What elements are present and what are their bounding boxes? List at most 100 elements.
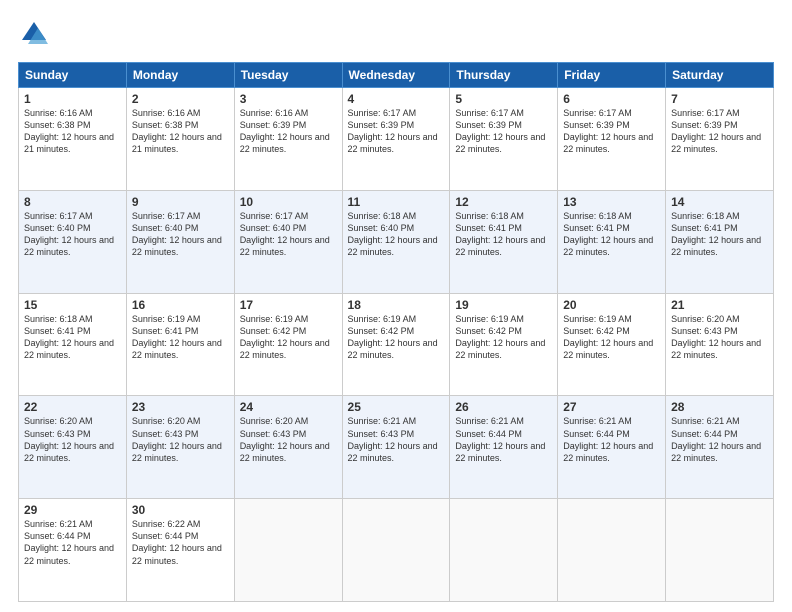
calendar-cell: 17 Sunrise: 6:19 AMSunset: 6:42 PMDaylig… bbox=[234, 293, 342, 396]
calendar-cell: 29 Sunrise: 6:21 AMSunset: 6:44 PMDaylig… bbox=[19, 499, 127, 602]
calendar-week-row: 15 Sunrise: 6:18 AMSunset: 6:41 PMDaylig… bbox=[19, 293, 774, 396]
day-number: 20 bbox=[563, 298, 660, 312]
day-number: 28 bbox=[671, 400, 768, 414]
header bbox=[18, 18, 774, 50]
calendar-cell: 28 Sunrise: 6:21 AMSunset: 6:44 PMDaylig… bbox=[666, 396, 774, 499]
day-header-sunday: Sunday bbox=[19, 63, 127, 88]
calendar-week-row: 29 Sunrise: 6:21 AMSunset: 6:44 PMDaylig… bbox=[19, 499, 774, 602]
day-number: 18 bbox=[348, 298, 445, 312]
calendar-cell: 22 Sunrise: 6:20 AMSunset: 6:43 PMDaylig… bbox=[19, 396, 127, 499]
calendar-cell: 10 Sunrise: 6:17 AMSunset: 6:40 PMDaylig… bbox=[234, 190, 342, 293]
day-info: Sunrise: 6:19 AMSunset: 6:42 PMDaylight:… bbox=[455, 314, 545, 360]
calendar-cell: 15 Sunrise: 6:18 AMSunset: 6:41 PMDaylig… bbox=[19, 293, 127, 396]
day-number: 10 bbox=[240, 195, 337, 209]
day-info: Sunrise: 6:16 AMSunset: 6:38 PMDaylight:… bbox=[132, 108, 222, 154]
day-number: 27 bbox=[563, 400, 660, 414]
day-header-monday: Monday bbox=[126, 63, 234, 88]
day-header-friday: Friday bbox=[558, 63, 666, 88]
day-info: Sunrise: 6:21 AMSunset: 6:44 PMDaylight:… bbox=[671, 416, 761, 462]
day-number: 8 bbox=[24, 195, 121, 209]
day-info: Sunrise: 6:21 AMSunset: 6:43 PMDaylight:… bbox=[348, 416, 438, 462]
day-info: Sunrise: 6:21 AMSunset: 6:44 PMDaylight:… bbox=[24, 519, 114, 565]
calendar-cell: 25 Sunrise: 6:21 AMSunset: 6:43 PMDaylig… bbox=[342, 396, 450, 499]
calendar-cell: 30 Sunrise: 6:22 AMSunset: 6:44 PMDaylig… bbox=[126, 499, 234, 602]
calendar-cell bbox=[342, 499, 450, 602]
day-info: Sunrise: 6:16 AMSunset: 6:39 PMDaylight:… bbox=[240, 108, 330, 154]
day-number: 25 bbox=[348, 400, 445, 414]
day-number: 19 bbox=[455, 298, 552, 312]
day-info: Sunrise: 6:19 AMSunset: 6:42 PMDaylight:… bbox=[348, 314, 438, 360]
day-info: Sunrise: 6:19 AMSunset: 6:42 PMDaylight:… bbox=[240, 314, 330, 360]
calendar-table: SundayMondayTuesdayWednesdayThursdayFrid… bbox=[18, 62, 774, 602]
calendar-cell: 14 Sunrise: 6:18 AMSunset: 6:41 PMDaylig… bbox=[666, 190, 774, 293]
day-info: Sunrise: 6:20 AMSunset: 6:43 PMDaylight:… bbox=[24, 416, 114, 462]
day-header-wednesday: Wednesday bbox=[342, 63, 450, 88]
day-number: 30 bbox=[132, 503, 229, 517]
day-info: Sunrise: 6:17 AMSunset: 6:40 PMDaylight:… bbox=[24, 211, 114, 257]
page: SundayMondayTuesdayWednesdayThursdayFrid… bbox=[0, 0, 792, 612]
day-info: Sunrise: 6:17 AMSunset: 6:39 PMDaylight:… bbox=[348, 108, 438, 154]
day-number: 16 bbox=[132, 298, 229, 312]
day-info: Sunrise: 6:17 AMSunset: 6:40 PMDaylight:… bbox=[240, 211, 330, 257]
calendar-cell: 19 Sunrise: 6:19 AMSunset: 6:42 PMDaylig… bbox=[450, 293, 558, 396]
calendar-cell bbox=[450, 499, 558, 602]
calendar-cell bbox=[666, 499, 774, 602]
day-info: Sunrise: 6:16 AMSunset: 6:38 PMDaylight:… bbox=[24, 108, 114, 154]
calendar-cell: 2 Sunrise: 6:16 AMSunset: 6:38 PMDayligh… bbox=[126, 88, 234, 191]
day-number: 21 bbox=[671, 298, 768, 312]
calendar-cell: 7 Sunrise: 6:17 AMSunset: 6:39 PMDayligh… bbox=[666, 88, 774, 191]
day-number: 1 bbox=[24, 92, 121, 106]
calendar-week-row: 22 Sunrise: 6:20 AMSunset: 6:43 PMDaylig… bbox=[19, 396, 774, 499]
day-number: 23 bbox=[132, 400, 229, 414]
calendar-cell: 16 Sunrise: 6:19 AMSunset: 6:41 PMDaylig… bbox=[126, 293, 234, 396]
day-number: 13 bbox=[563, 195, 660, 209]
day-number: 15 bbox=[24, 298, 121, 312]
calendar-week-row: 8 Sunrise: 6:17 AMSunset: 6:40 PMDayligh… bbox=[19, 190, 774, 293]
day-info: Sunrise: 6:21 AMSunset: 6:44 PMDaylight:… bbox=[563, 416, 653, 462]
day-info: Sunrise: 6:18 AMSunset: 6:41 PMDaylight:… bbox=[455, 211, 545, 257]
calendar-cell: 12 Sunrise: 6:18 AMSunset: 6:41 PMDaylig… bbox=[450, 190, 558, 293]
day-number: 3 bbox=[240, 92, 337, 106]
day-number: 12 bbox=[455, 195, 552, 209]
day-number: 2 bbox=[132, 92, 229, 106]
calendar-cell: 1 Sunrise: 6:16 AMSunset: 6:38 PMDayligh… bbox=[19, 88, 127, 191]
calendar-cell bbox=[558, 499, 666, 602]
day-number: 7 bbox=[671, 92, 768, 106]
day-number: 22 bbox=[24, 400, 121, 414]
calendar-cell bbox=[234, 499, 342, 602]
day-number: 9 bbox=[132, 195, 229, 209]
day-info: Sunrise: 6:18 AMSunset: 6:41 PMDaylight:… bbox=[24, 314, 114, 360]
calendar-cell: 18 Sunrise: 6:19 AMSunset: 6:42 PMDaylig… bbox=[342, 293, 450, 396]
day-info: Sunrise: 6:17 AMSunset: 6:39 PMDaylight:… bbox=[563, 108, 653, 154]
day-info: Sunrise: 6:19 AMSunset: 6:42 PMDaylight:… bbox=[563, 314, 653, 360]
calendar-cell: 20 Sunrise: 6:19 AMSunset: 6:42 PMDaylig… bbox=[558, 293, 666, 396]
day-info: Sunrise: 6:18 AMSunset: 6:41 PMDaylight:… bbox=[671, 211, 761, 257]
calendar-cell: 21 Sunrise: 6:20 AMSunset: 6:43 PMDaylig… bbox=[666, 293, 774, 396]
calendar-cell: 24 Sunrise: 6:20 AMSunset: 6:43 PMDaylig… bbox=[234, 396, 342, 499]
day-info: Sunrise: 6:20 AMSunset: 6:43 PMDaylight:… bbox=[671, 314, 761, 360]
day-header-tuesday: Tuesday bbox=[234, 63, 342, 88]
day-number: 24 bbox=[240, 400, 337, 414]
day-number: 6 bbox=[563, 92, 660, 106]
day-info: Sunrise: 6:18 AMSunset: 6:40 PMDaylight:… bbox=[348, 211, 438, 257]
day-number: 11 bbox=[348, 195, 445, 209]
day-info: Sunrise: 6:21 AMSunset: 6:44 PMDaylight:… bbox=[455, 416, 545, 462]
day-number: 5 bbox=[455, 92, 552, 106]
calendar-cell: 11 Sunrise: 6:18 AMSunset: 6:40 PMDaylig… bbox=[342, 190, 450, 293]
day-header-thursday: Thursday bbox=[450, 63, 558, 88]
day-info: Sunrise: 6:17 AMSunset: 6:39 PMDaylight:… bbox=[455, 108, 545, 154]
day-info: Sunrise: 6:20 AMSunset: 6:43 PMDaylight:… bbox=[240, 416, 330, 462]
logo bbox=[18, 18, 54, 50]
day-number: 4 bbox=[348, 92, 445, 106]
day-header-saturday: Saturday bbox=[666, 63, 774, 88]
day-number: 26 bbox=[455, 400, 552, 414]
day-number: 17 bbox=[240, 298, 337, 312]
day-info: Sunrise: 6:20 AMSunset: 6:43 PMDaylight:… bbox=[132, 416, 222, 462]
calendar-cell: 3 Sunrise: 6:16 AMSunset: 6:39 PMDayligh… bbox=[234, 88, 342, 191]
day-info: Sunrise: 6:18 AMSunset: 6:41 PMDaylight:… bbox=[563, 211, 653, 257]
day-info: Sunrise: 6:22 AMSunset: 6:44 PMDaylight:… bbox=[132, 519, 222, 565]
calendar-cell: 26 Sunrise: 6:21 AMSunset: 6:44 PMDaylig… bbox=[450, 396, 558, 499]
calendar-header-row: SundayMondayTuesdayWednesdayThursdayFrid… bbox=[19, 63, 774, 88]
calendar-cell: 8 Sunrise: 6:17 AMSunset: 6:40 PMDayligh… bbox=[19, 190, 127, 293]
calendar-cell: 9 Sunrise: 6:17 AMSunset: 6:40 PMDayligh… bbox=[126, 190, 234, 293]
